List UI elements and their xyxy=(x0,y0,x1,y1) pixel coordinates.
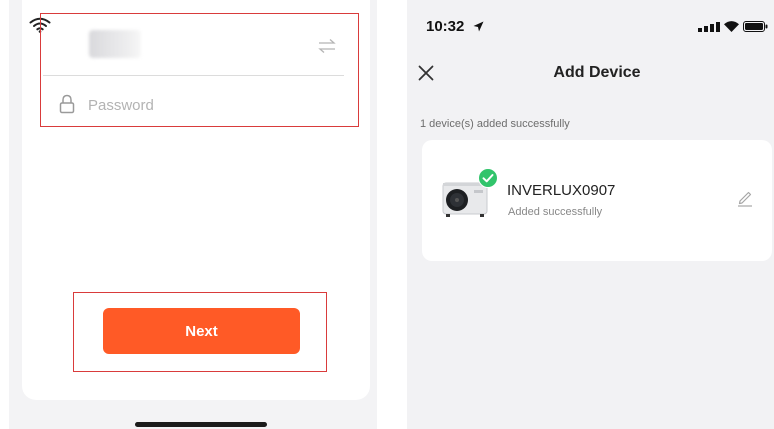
switch-network-icon[interactable] xyxy=(318,38,336,54)
added-summary-text: 1 device(s) added successfully xyxy=(420,118,570,130)
status-time: 10:32 xyxy=(426,18,465,35)
signal-icon xyxy=(698,22,720,32)
password-input[interactable] xyxy=(88,92,328,118)
device-name: INVERLUX0907 xyxy=(507,182,616,199)
edit-icon[interactable] xyxy=(736,189,754,207)
field-divider xyxy=(43,75,344,76)
battery-icon xyxy=(743,21,768,32)
location-arrow-icon xyxy=(473,21,484,32)
home-indicator xyxy=(135,422,267,427)
lock-icon xyxy=(59,94,75,114)
wifi-icon xyxy=(724,21,739,32)
device-status: Added successfully xyxy=(508,206,603,218)
device-card[interactable]: INVERLUX0907 Added successfully xyxy=(422,140,772,261)
wifi-config-screen: Next xyxy=(9,0,377,429)
page-title: Add Device xyxy=(553,64,641,81)
wifi-name-field[interactable] xyxy=(89,30,141,58)
wifi-icon xyxy=(29,17,51,33)
add-device-screen: 10:32 Add Device 1 device(s) added succe… xyxy=(407,0,774,429)
next-button[interactable]: Next xyxy=(103,308,300,354)
check-icon xyxy=(478,168,498,188)
